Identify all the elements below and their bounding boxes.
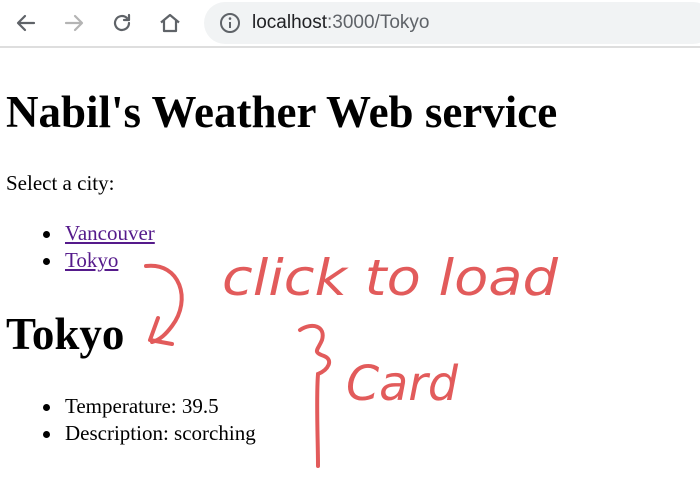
city-heading: Tokyo [6,309,125,359]
address-bar[interactable]: localhost:3000/Tokyo [204,2,700,44]
arrow-right-icon [64,14,84,32]
reload-icon [113,13,131,32]
weather-details: Temperature: 39.5 Description: scorching [6,393,256,447]
curved-arrow [144,263,184,344]
city-list: Vancouver Tokyo [6,220,155,274]
annotation-line2: Card [346,356,459,412]
arrow-head [148,316,174,346]
brace [298,323,332,468]
home-icon [160,13,180,33]
list-item: Temperature: 39.5 [6,393,256,420]
city-link-tokyo[interactable]: Tokyo [65,248,118,272]
home-button[interactable] [152,6,188,40]
reload-button[interactable] [104,6,140,40]
arrow-left-icon [16,14,36,32]
page-title: Nabil's Weather Web service [6,87,558,137]
list-item: Tokyo [6,247,155,274]
list-item: Vancouver [6,220,155,247]
annotation-line1: click to load [222,249,558,307]
forward-button[interactable] [56,6,92,40]
back-button[interactable] [8,6,44,40]
url-path: :3000/Tokyo [327,12,430,33]
city-link-vancouver[interactable]: Vancouver [65,221,155,245]
browser-toolbar: localhost:3000/Tokyo [0,0,700,48]
info-icon[interactable] [218,11,242,35]
select-city-label: Select a city: [6,171,115,195]
url-text[interactable]: localhost:3000/Tokyo [252,12,429,34]
url-host: localhost [252,12,327,33]
list-item: Description: scorching [6,420,256,447]
